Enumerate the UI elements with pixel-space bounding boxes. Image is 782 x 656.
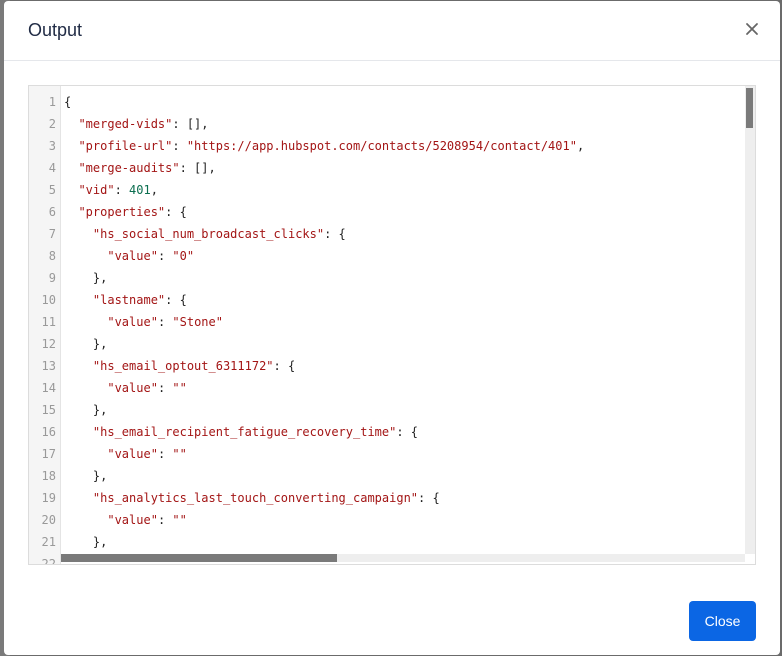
line-number: 7 <box>48 227 56 241</box>
line-number: 11 <box>41 315 56 329</box>
code-line: }, <box>64 337 108 351</box>
line-number: 18 <box>41 469 56 483</box>
line-number: 17 <box>41 447 56 461</box>
line-number: 22 <box>41 557 56 565</box>
modal-title: Output <box>28 20 83 40</box>
line-number: 1 <box>48 95 56 109</box>
code-line: "properties": { <box>78 205 187 219</box>
code-line: }, <box>64 403 108 417</box>
line-number: 15 <box>41 403 56 417</box>
code-line: "hs_analytics_last_touch_converting_camp… <box>92 491 440 505</box>
line-number: 10 <box>41 293 56 307</box>
line-number: 20 <box>41 513 56 527</box>
line-number: 3 <box>48 139 56 153</box>
code-line: "hs_email_recipient_fatigue_recovery_tim… <box>92 425 419 439</box>
line-number: 6 <box>48 205 56 219</box>
horizontal-scrollbar[interactable] <box>61 554 745 562</box>
line-number: 21 <box>41 535 56 549</box>
line-number: 16 <box>41 425 56 439</box>
code-line: "vid": 401, <box>78 183 158 197</box>
line-number: 14 <box>41 381 56 395</box>
line-number: 5 <box>48 183 56 197</box>
code-line: "merge-audits": [], <box>78 161 216 175</box>
code-line: "hs_social_num_broadcast_clicks": { <box>92 227 346 241</box>
code-line: "value": "" <box>107 447 187 461</box>
line-number: 9 <box>48 271 56 285</box>
code-line: "value": "" <box>107 381 187 395</box>
vertical-scroll-thumb[interactable] <box>746 88 753 128</box>
output-modal: Output 1 2 3 4 5 6 7 8 9 10 11 12 13 14 15 16 17 18 19 20 21… <box>4 1 780 655</box>
line-number: 12 <box>41 337 56 351</box>
line-number: 8 <box>48 249 56 263</box>
vertical-scrollbar[interactable] <box>745 86 755 554</box>
code-line: }, <box>64 469 108 483</box>
code-line: { <box>64 95 72 109</box>
code-line: "value": "" <box>107 513 187 527</box>
code-line: "lastname": { <box>92 293 187 307</box>
line-number: 4 <box>48 161 56 175</box>
close-icon[interactable] <box>744 21 760 37</box>
code-line: "hs_email_optout_6311172": { <box>92 359 296 373</box>
line-number: 2 <box>48 117 56 131</box>
code-line: "value": "Stone" <box>107 315 223 329</box>
code-line: "profile-url": "https://app.hubspot.com/… <box>78 139 585 153</box>
close-button[interactable]: Close <box>689 601 756 641</box>
line-number: 13 <box>41 359 56 373</box>
code-line: }, <box>64 535 108 549</box>
json-code-editor[interactable]: 1 2 3 4 5 6 7 8 9 10 11 12 13 14 15 16 17 18 19 20 21 22 { "m… <box>28 85 756 565</box>
code-line: "value": "0" <box>107 249 195 263</box>
line-number: 19 <box>41 491 56 505</box>
modal-header: Output <box>4 1 780 61</box>
code-line: }, <box>64 271 108 285</box>
line-number-gutter: 1 2 3 4 5 6 7 8 9 10 11 12 13 14 15 16 17 18 19 20 21 22 <box>29 86 61 564</box>
code-line: "merged-vids": [], <box>78 117 209 131</box>
horizontal-scroll-thumb[interactable] <box>61 554 337 562</box>
